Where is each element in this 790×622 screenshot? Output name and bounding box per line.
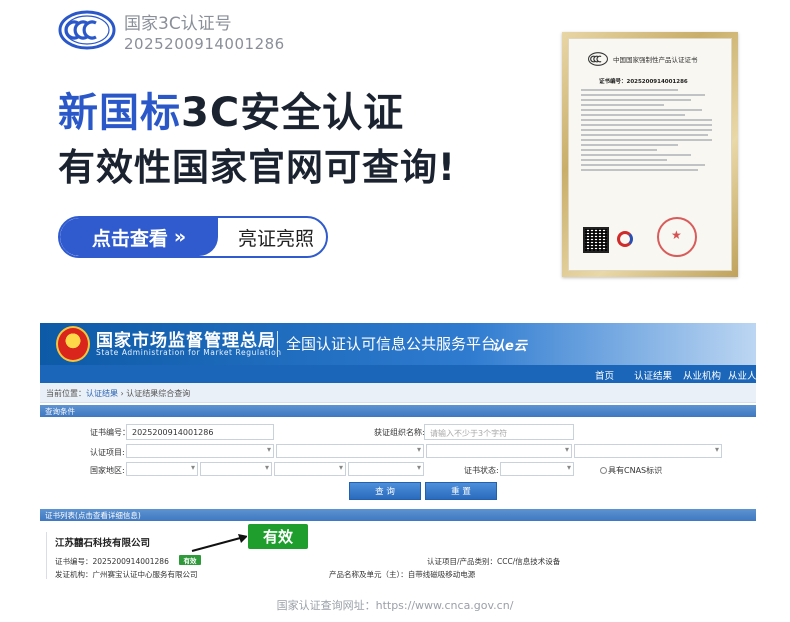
samr-portal-screenshot: 国家市场监督管理总局 State Administration for Mark… bbox=[40, 323, 756, 579]
nav-home[interactable]: 首页 bbox=[595, 368, 614, 382]
query-section-header: 查询条件 bbox=[40, 405, 756, 417]
ccc-title: 国家3C认证号 bbox=[124, 14, 232, 34]
nav-bar: 首页 认证结果 从业机构 从业人员 bbox=[40, 365, 756, 383]
region-select-1[interactable] bbox=[126, 462, 198, 476]
cert-ccc-icon bbox=[588, 52, 608, 66]
result-issuer-label: 发证机构： bbox=[55, 570, 93, 579]
breadcrumb-current: 认证结果综合查询 bbox=[126, 389, 191, 398]
result-category-value: CCC/信息技术设备 bbox=[497, 557, 561, 566]
certificate-number: 证书编号：2025200914001286 bbox=[599, 79, 688, 85]
region-label: 国家地区: bbox=[90, 466, 125, 475]
ccc-number: 2025200914001286 bbox=[124, 35, 285, 53]
cta-pill[interactable]: 点击查看 » 亮证亮照 bbox=[58, 216, 328, 258]
cnas-option[interactable]: 具有CNAS标识 bbox=[600, 465, 662, 476]
arrow-icon bbox=[191, 534, 248, 552]
ccc-logo-icon bbox=[58, 10, 116, 50]
certificate-body-text bbox=[581, 89, 719, 174]
project-select-2[interactable] bbox=[276, 444, 424, 458]
official-seal-icon bbox=[657, 217, 697, 257]
result-item[interactable]: 江苏囍石科技有限公司 证书编号：2025200914001286 有效 认证项目… bbox=[46, 532, 754, 579]
result-category: 认证项目/产品类别：CCC/信息技术设备 bbox=[427, 556, 560, 567]
headline-line-2: 有效性国家官网可查询! bbox=[58, 146, 456, 189]
result-product-value: 自带线磁吸移动电源 bbox=[407, 570, 476, 579]
result-product-label: 产品名称及单元（主）： bbox=[329, 570, 408, 579]
project-select-1[interactable] bbox=[126, 444, 274, 458]
nav-personnel[interactable]: 从业人员 bbox=[728, 368, 756, 382]
status-label: 证书状态: bbox=[464, 466, 499, 475]
certificate-title: 中国国家强制性产品认证证书 bbox=[613, 56, 698, 64]
result-cert-no: 证书编号：2025200914001286 bbox=[55, 556, 169, 567]
breadcrumb-prefix: 当前位置： bbox=[46, 389, 86, 398]
valid-callout-badge: 有效 bbox=[248, 524, 308, 549]
headline-dark: 3C安全认证 bbox=[181, 90, 405, 136]
project-select-4[interactable] bbox=[574, 444, 722, 458]
show-license-label: 亮证亮照 bbox=[237, 227, 314, 250]
query-button[interactable]: 查 询 bbox=[349, 482, 421, 500]
headline-blue: 新国标 bbox=[58, 90, 181, 136]
status-select[interactable] bbox=[500, 462, 574, 476]
result-cert-no-label: 证书编号： bbox=[55, 557, 93, 566]
cepref-logo-icon bbox=[617, 231, 633, 247]
org-name-en: State Administration for Market Regulati… bbox=[96, 348, 282, 357]
footer-link[interactable]: https://www.cnca.gov.cn/ bbox=[376, 599, 514, 612]
nav-institutions[interactable]: 从业机构 bbox=[683, 368, 721, 382]
certificate-image: 中国国家强制性产品认证证书 证书编号：2025200914001286 bbox=[562, 32, 738, 277]
result-issuer: 发证机构：广州赛宝认证中心服务有限公司 bbox=[55, 569, 198, 579]
result-cert-no-value: 2025200914001286 bbox=[92, 557, 169, 566]
view-button-label: 点击查看 bbox=[91, 227, 168, 250]
platform-name: 全国认证认可信息公共服务平台 bbox=[286, 335, 497, 353]
footer-url: 国家认证查询网址：https://www.cnca.gov.cn/ bbox=[0, 597, 790, 613]
project-label: 认证项目: bbox=[90, 448, 125, 457]
org-name-label: 获证组织名称: bbox=[374, 428, 425, 437]
result-category-label: 认证项目/产品类别： bbox=[427, 557, 498, 566]
nav-cert-results[interactable]: 认证结果 bbox=[634, 368, 672, 382]
reset-button[interactable]: 重 置 bbox=[425, 482, 497, 500]
radio-icon[interactable] bbox=[600, 467, 607, 474]
region-select-4[interactable] bbox=[348, 462, 424, 476]
certificate-paper: 中国国家强制性产品认证证书 证书编号：2025200914001286 bbox=[568, 38, 732, 271]
result-product: 产品名称及单元（主）：自带线磁吸移动电源 bbox=[329, 569, 475, 579]
portal-header: 国家市场监督管理总局 State Administration for Mark… bbox=[40, 323, 756, 365]
platform-logo: 认e云 bbox=[492, 339, 527, 354]
cert-no-label: 证书编号： bbox=[90, 428, 130, 437]
region-select-2[interactable] bbox=[200, 462, 272, 476]
breadcrumb: 当前位置：认证结果 › 认证结果综合查询 bbox=[40, 383, 756, 403]
result-company[interactable]: 江苏囍石科技有限公司 bbox=[55, 535, 150, 549]
cert-no-input[interactable]: 2025200914001286 bbox=[126, 424, 274, 440]
national-emblem-icon bbox=[56, 326, 90, 362]
status-badge: 有效 bbox=[179, 555, 201, 565]
org-name-input[interactable]: 请输入不少于3个字符 bbox=[424, 424, 574, 440]
view-button[interactable]: 点击查看 » bbox=[60, 218, 218, 256]
project-select-3[interactable] bbox=[426, 444, 572, 458]
header-divider bbox=[277, 331, 278, 357]
headline-line-1: 新国标3C安全认证 bbox=[58, 80, 404, 138]
region-select-3[interactable] bbox=[274, 462, 346, 476]
breadcrumb-link[interactable]: 认证结果 bbox=[86, 389, 118, 398]
footer-label: 国家认证查询网址： bbox=[276, 599, 376, 612]
double-chevron-right-icon: » bbox=[173, 226, 187, 248]
breadcrumb-separator: › bbox=[120, 389, 124, 398]
result-section-header: 证书列表(点击查看详细信息) bbox=[40, 509, 756, 521]
cnas-label: 具有CNAS标识 bbox=[608, 466, 663, 475]
result-issuer-value: 广州赛宝认证中心服务有限公司 bbox=[92, 570, 198, 579]
qr-code-icon bbox=[583, 227, 609, 253]
